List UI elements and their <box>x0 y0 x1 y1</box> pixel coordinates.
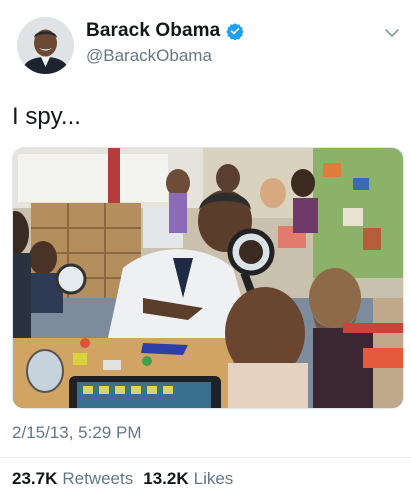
engagement-stats: 23.7K Retweets 13.2K Likes <box>12 469 243 489</box>
verified-badge-icon <box>226 22 244 41</box>
photo-classroom-scene <box>13 148 403 408</box>
likes-count[interactable]: 13.2K <box>143 469 188 489</box>
retweets-count[interactable]: 23.7K <box>12 469 57 489</box>
author-display-name[interactable]: Barack Obama <box>86 20 220 42</box>
retweets-label[interactable]: Retweets <box>62 469 133 489</box>
author-handle[interactable]: @BarackObama <box>86 46 212 66</box>
divider <box>0 457 411 458</box>
author-name-row: Barack Obama <box>86 20 244 42</box>
tweet-header: Barack Obama @BarackObama <box>0 0 411 90</box>
likes-label[interactable]: Likes <box>194 469 234 489</box>
chevron-down-icon[interactable] <box>385 28 399 38</box>
tweet-photo[interactable] <box>12 147 404 409</box>
tweet-timestamp[interactable]: 2/15/13, 5:29 PM <box>12 423 141 443</box>
tweet-text: I spy... <box>12 103 81 130</box>
avatar[interactable] <box>17 17 74 74</box>
